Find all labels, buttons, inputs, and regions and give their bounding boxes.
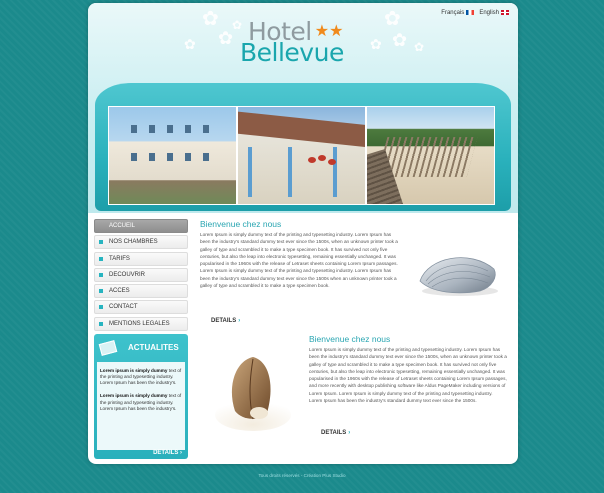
nav-item-label: CONTACT [109,304,138,311]
window-shape [167,125,173,133]
hotel-logo[interactable]: Hotel ★★ Bellevue [240,17,368,67]
window-shape [131,153,137,161]
bullet-icon [99,305,103,310]
flower-icon: ✿ [184,36,196,52]
nav-item-label: ACCUEIL [109,223,136,229]
bullet-icon [99,289,103,294]
header-photo-strip [108,106,495,205]
bullet-icon [99,321,103,326]
flower-icon: ✿ [370,36,382,52]
flower-icon: ✿ [414,40,425,54]
window-shape [167,153,173,161]
flower-icon: ✿ [232,18,243,32]
nav-item-mentions-legales[interactable]: MENTIONS LEGALES [94,316,188,331]
window-shape [185,153,191,161]
details-label: DETAILS [211,318,237,324]
nav-item-label: NOS CHAMBRES [109,239,158,246]
news-item-title: Lorem ipsum is simply dummy [100,367,168,373]
hotel-facade-photo [109,107,236,204]
section-2-text: Lorem Ipsum is simply dummy text of the … [309,347,507,403]
news-header: ACTUALITES [94,334,188,362]
footer-copyright: Tous droits réservés - Création Plus Stu… [258,473,346,478]
bullet-icon [99,224,103,228]
logo-name-text: Bellevue [240,38,344,67]
section-2-details-link[interactable]: DETAILS › [321,430,350,436]
veranda-photo [238,107,365,204]
nav-item-acces[interactable]: ACCES [94,284,188,299]
post-shape [288,147,292,197]
newspaper-icon [98,339,118,356]
window-shape [149,125,155,133]
news-panel: ACTUALITES Lorem ipsum is simply dummy t… [94,333,188,459]
nav-item-label: ACCES [109,288,130,295]
details-label: DETAILS [321,430,347,436]
window-shape [149,153,155,161]
lang-french-label: Français [441,10,465,17]
arrow-right-icon: › [348,430,351,436]
news-item-title: Lorem ipsum is simply dummy [100,393,168,399]
lang-english-link[interactable]: English [479,10,509,16]
bullet-icon [99,256,103,261]
nav-item-tarifs[interactable]: TARIFS [94,251,188,266]
nav-item-contact[interactable]: CONTACT [94,300,188,315]
news-details-link[interactable]: DETAILS [153,450,182,456]
lang-english-label: English [479,10,499,17]
nav-item-label: TARIFS [109,255,130,262]
arrow-right-icon: › [238,318,241,324]
nav-item-label: DECOUVRIR [109,271,146,278]
lang-french-link[interactable]: Français [441,10,475,17]
french-flag-icon [466,10,475,15]
shell-on-sand-image [215,357,291,431]
section-2-title: Bienvenue chez nous [309,334,391,344]
roof-shape [238,110,365,150]
news-item: Lorem ipsum is simply dummy text of the … [100,368,182,387]
section-1-title: Bienvenue chez nous [200,219,282,229]
window-shape [203,153,209,161]
news-body: Lorem ipsum is simply dummy text of the … [97,361,185,450]
bullet-icon [99,272,103,277]
flower-icon: ✿ [218,28,234,48]
flower-pot-shape [308,157,316,163]
nav-item-label: MENTIONS LEGALES [109,320,170,327]
nav-item-decouvrir[interactable]: DECOUVRIR [94,267,188,282]
news-title: ACTUALITES [128,343,179,353]
nav-item-accueil[interactable]: ACCUEIL [94,219,188,233]
flower-pot-shape [318,155,326,161]
language-switcher: Français English [441,10,509,16]
sidebar: ACCUEIL NOS CHAMBRES TARIFS DECOUVRIR AC… [94,219,188,459]
post-shape [248,147,252,197]
window-shape [131,125,137,133]
post-shape [333,147,337,197]
header: Français English ✿ ✿ ✿ ✿ ✿ ✿ ✿ ✿ Hotel ★★… [88,3,518,213]
window-shape [203,125,209,133]
beach-boardwalk-photo [367,107,494,204]
page-container: Français English ✿ ✿ ✿ ✿ ✿ ✿ ✿ ✿ Hotel ★★… [88,3,518,464]
flower-icon: ✿ [202,8,219,30]
flower-icon: ✿ [392,30,408,50]
flower-icon: ✿ [384,8,401,30]
news-item: Lorem ipsum is simply dummy text of the … [100,393,182,412]
nav-item-nos-chambres[interactable]: NOS CHAMBRES [94,235,188,250]
flower-pot-shape [328,159,336,165]
english-flag-icon [501,10,509,15]
window-shape [185,125,191,133]
section-1-details-link[interactable]: DETAILS › [211,318,240,324]
bullet-icon [99,240,103,245]
seashell-image [419,257,498,296]
section-1-text: Lorem Ipsum is simply dummy text of the … [200,232,398,288]
